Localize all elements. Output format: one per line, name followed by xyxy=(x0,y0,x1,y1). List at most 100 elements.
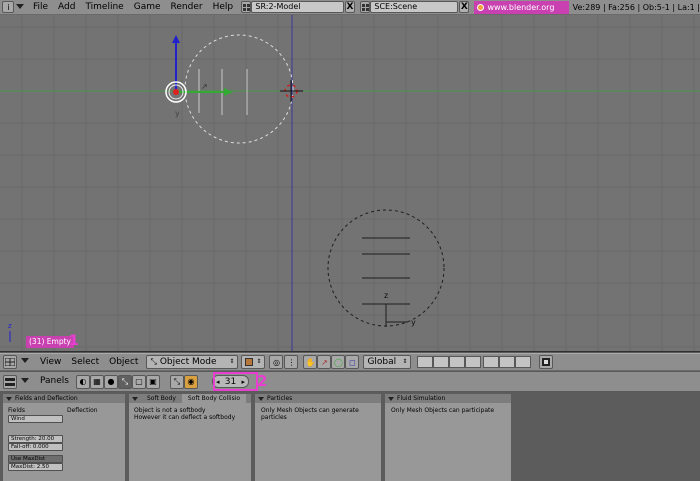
layer-button[interactable] xyxy=(433,356,450,368)
transform-orientation-selector[interactable]: Global ⇕ xyxy=(363,355,412,369)
maxdist-field[interactable]: MaxDist: 2.50 xyxy=(8,463,63,471)
viewport-canvas[interactable] xyxy=(0,15,700,352)
strength-field[interactable]: Strength: 20.00 xyxy=(8,435,63,443)
panel-header[interactable]: Fields and Deflection xyxy=(3,394,125,403)
buttons-window-header: Panels ◐ ▦ ● ⤡ ▢ ▣ ⤡ ◉ ◂ 31 ▸ 2 xyxy=(0,372,700,392)
draw-type-selector[interactable]: ⇕ xyxy=(241,355,266,369)
sub-context-buttons: ⤡ ◉ xyxy=(169,374,198,389)
collapse-menu-icon[interactable] xyxy=(15,1,26,14)
menu-timeline[interactable]: Timeline xyxy=(80,1,128,14)
deflection-label: Deflection xyxy=(67,407,98,414)
mode-selector[interactable]: ⤡ Object Mode ⇕ xyxy=(146,355,239,369)
annotation-marker-2: 2 xyxy=(256,372,268,390)
object-origin-dot xyxy=(173,89,179,95)
soft-body-panel: Soft Body Soft Body Collisio Object is n… xyxy=(129,394,251,481)
layer-toggle-icon[interactable]: ⋮ xyxy=(284,355,299,369)
frame-highlight-box xyxy=(213,372,258,391)
logic-context-icon[interactable]: ◐ xyxy=(75,374,90,389)
fluid-simulation-panel: Fluid Simulation Only Mesh Objects can p… xyxy=(385,394,511,481)
menu-file[interactable]: File xyxy=(28,1,53,14)
mode-selector-label: Object Mode xyxy=(159,357,217,367)
panel-header[interactable]: Particles xyxy=(255,394,381,403)
manipulator-hand-icon[interactable]: ✋ xyxy=(303,355,318,369)
panel-title: Particles xyxy=(267,395,293,402)
dropdown-arrows-icon: ⇕ xyxy=(402,358,408,365)
layer-button[interactable] xyxy=(483,356,500,368)
screen-name-field[interactable]: SR:2-Model xyxy=(251,1,344,13)
layer-button[interactable] xyxy=(417,356,434,368)
orientation-label: Global xyxy=(367,357,397,367)
info-icon: i xyxy=(2,1,15,13)
panel-collapse-icon[interactable] xyxy=(6,396,12,401)
panel-collapse-icon[interactable] xyxy=(132,396,138,401)
blender-version-link[interactable]: www.blender.org 243 xyxy=(474,0,569,25)
3d-view-header: View Select Object ⤡ Object Mode ⇕ ⇕ ◎ ⋮… xyxy=(0,353,700,371)
object-context-icon[interactable]: ⤡ xyxy=(117,374,132,389)
gizmo-x-arrow-head xyxy=(224,88,233,96)
field-type-value: Wind xyxy=(11,416,25,422)
fields-deflection-panel: Fields and Deflection Fields Deflection … xyxy=(3,394,125,481)
panels-menu[interactable]: Panels xyxy=(35,375,74,388)
panel-tabs: Soft Body Soft Body Collisio xyxy=(129,394,251,403)
tab-soft-body-collision[interactable]: Soft Body Collisio xyxy=(181,394,247,403)
tab-soft-body[interactable]: Soft Body xyxy=(141,394,182,403)
buttons-panels-area: Fields and Deflection Fields Deflection … xyxy=(0,392,700,481)
layer-button[interactable] xyxy=(449,356,466,368)
layer-button[interactable] xyxy=(465,356,482,368)
translate-manipulator-icon[interactable]: ↗ xyxy=(317,355,332,369)
view3d-editor-icon[interactable] xyxy=(3,355,17,369)
scene-stats: Ve:289 | Fa:256 | Ob:5-1 | La:1 | xyxy=(572,2,700,12)
softbody-info-line-1: Object is not a softbody xyxy=(134,407,206,414)
panel-collapse-icon[interactable] xyxy=(258,396,264,401)
script-context-icon[interactable]: ▦ xyxy=(89,374,104,389)
panel-collapse-icon[interactable] xyxy=(388,396,394,401)
scene-context-icon[interactable]: ▣ xyxy=(145,374,160,389)
menu-object[interactable]: Object xyxy=(104,356,143,369)
menu-render[interactable]: Render xyxy=(166,1,208,14)
shading-context-icon[interactable]: ● xyxy=(103,374,118,389)
rotate-manipulator-icon[interactable]: ◯ xyxy=(331,355,346,369)
pivot-icon[interactable]: ◎ xyxy=(269,355,284,369)
panel-header[interactable]: Fluid Simulation xyxy=(385,394,511,403)
physics-subcontext-icon[interactable]: ◉ xyxy=(183,374,198,389)
editing-context-icon[interactable]: ▢ xyxy=(131,374,146,389)
context-buttons: ◐ ▦ ● ⤡ ▢ ▣ xyxy=(75,374,160,389)
scene-browse-icon[interactable] xyxy=(360,1,371,13)
buttons-collapse-icon[interactable] xyxy=(21,377,29,387)
scale-manipulator-icon[interactable]: ◻ xyxy=(345,355,360,369)
dropdown-arrows-icon: ⇕ xyxy=(229,358,235,365)
object-subcontext-icon[interactable]: ⤡ xyxy=(169,374,184,389)
fluid-info-line: Only Mesh Objects can participate xyxy=(391,407,495,414)
menu-help[interactable]: Help xyxy=(208,1,239,14)
layer-buttons xyxy=(417,356,532,368)
view3d-collapse-icon[interactable] xyxy=(21,357,29,367)
menu-game[interactable]: Game xyxy=(129,1,166,14)
layer-button[interactable] xyxy=(515,356,532,368)
screen-browse-icon[interactable] xyxy=(241,1,252,13)
menu-select[interactable]: Select xyxy=(66,356,104,369)
dropdown-arrows-icon: ⇕ xyxy=(256,358,262,365)
blender-logo-icon xyxy=(477,3,485,11)
particles-panel: Particles Only Mesh Objects can generate… xyxy=(255,394,381,481)
scene-close-button[interactable]: X xyxy=(459,1,470,13)
falloff-field[interactable]: Fall-off: 0.000 xyxy=(8,443,63,451)
scene-name-field[interactable]: SCE:Scene xyxy=(370,1,459,13)
3d-viewport[interactable]: y ↗ z y z (31) Empty 1 xyxy=(0,15,700,352)
solid-draw-icon xyxy=(245,358,254,366)
layer-button[interactable] xyxy=(499,356,516,368)
softbody-info-line-2: However it can deflect a softbody xyxy=(134,414,236,421)
editor-type-button[interactable]: i xyxy=(2,1,15,14)
view-axis-z-label: z xyxy=(8,322,12,330)
particles-info-line: Only Mesh Objects can generate particles xyxy=(261,407,359,421)
panel-title: Fluid Simulation xyxy=(397,395,446,402)
lock-layers-icon[interactable] xyxy=(539,355,554,369)
menu-add[interactable]: Add xyxy=(53,1,80,14)
gizmo-axis-x-mark: ↗ xyxy=(201,82,208,91)
buttons-editor-icon[interactable] xyxy=(3,374,17,389)
menu-view[interactable]: View xyxy=(35,356,66,369)
field-type-dropdown[interactable]: Wind xyxy=(8,415,63,423)
viewport-grid xyxy=(0,15,700,351)
screen-close-button[interactable]: X xyxy=(344,1,356,13)
use-maxdist-toggle[interactable]: Use MaxDist xyxy=(8,455,63,463)
gizmo-axis-y-label: y xyxy=(175,109,180,118)
